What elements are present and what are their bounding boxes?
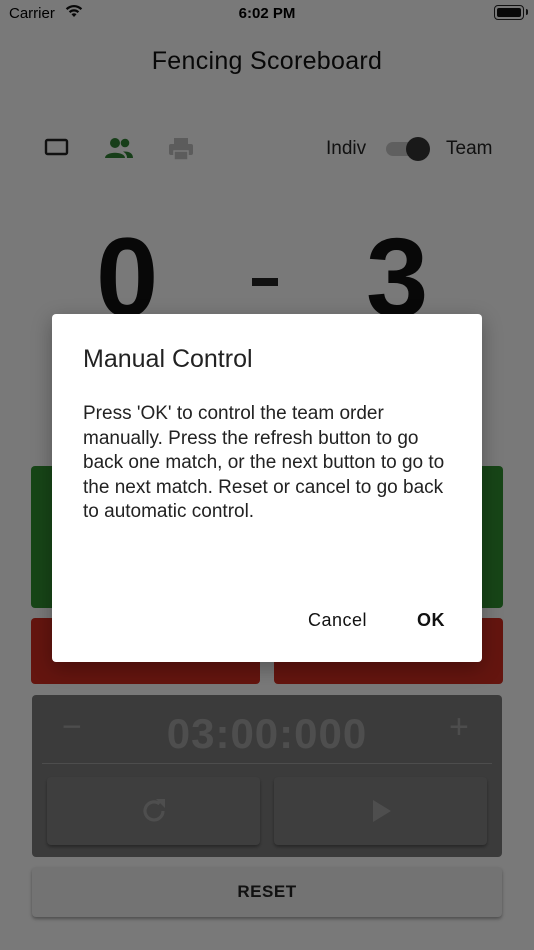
dialog-message: Press 'OK' to control the team order man… xyxy=(83,403,445,522)
manual-control-dialog: Manual Control Press 'OK' to control the… xyxy=(52,314,482,662)
dialog-title: Manual Control xyxy=(83,345,253,373)
cancel-button[interactable]: Cancel xyxy=(308,610,367,631)
ok-button[interactable]: OK xyxy=(417,610,445,631)
